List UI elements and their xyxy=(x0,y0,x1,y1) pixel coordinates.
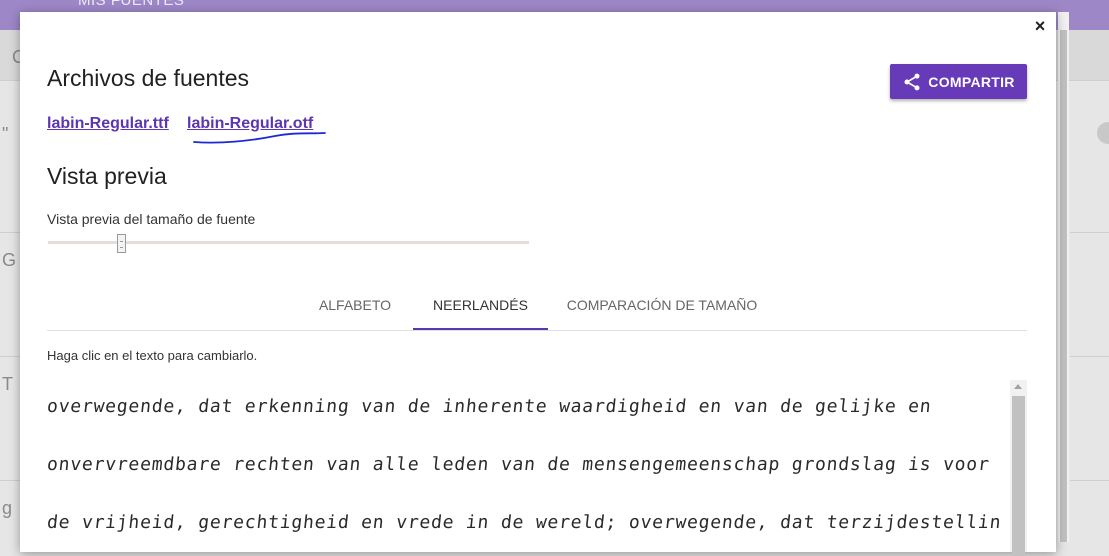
preview-line: onvervreemdbare rechten van alle leden v… xyxy=(47,454,991,475)
scroll-up-icon[interactable] xyxy=(1014,384,1022,389)
dialog-title: Archivos de fuentes xyxy=(47,65,250,91)
bg-divider xyxy=(0,480,20,481)
preview-scrollbar[interactable] xyxy=(1010,380,1027,556)
font-size-slider-label: Vista previa del tamaño de fuente xyxy=(47,211,256,227)
bg-letter: T xyxy=(2,374,13,394)
preview-scroll-thumb[interactable] xyxy=(1012,396,1025,556)
bg-divider xyxy=(0,356,20,357)
page-scrollbar[interactable] xyxy=(1058,12,1069,542)
font-files-dialog: × Archivos de fuentes COMPARTIR labin-Re… xyxy=(20,12,1056,556)
font-size-slider-handle[interactable] xyxy=(117,234,126,253)
bg-letter: G xyxy=(2,250,17,270)
bg-divider xyxy=(0,232,20,233)
app-title: MIS FUENTES xyxy=(78,0,185,9)
tab-comparacion-tamano[interactable]: COMPARACIÓN DE TAMAÑO xyxy=(557,284,767,329)
share-label: COMPARTIR xyxy=(928,73,1015,90)
preview-line: overwegende, dat erkenning van de inhere… xyxy=(47,396,933,417)
bg-divider xyxy=(1070,356,1109,357)
font-preview-text[interactable]: overwegende, dat erkenning van de inhere… xyxy=(47,378,1002,552)
share-icon xyxy=(904,73,920,90)
file-link-ttf[interactable]: labin-Regular.ttf xyxy=(47,115,169,133)
bg-letter: " xyxy=(2,124,9,144)
share-button[interactable]: COMPARTIR xyxy=(890,64,1027,99)
bg-divider xyxy=(1070,232,1109,233)
close-icon[interactable]: × xyxy=(1030,16,1050,36)
edit-hint: Haga clic en el texto para cambiarlo. xyxy=(47,348,258,363)
bg-letter: g xyxy=(2,498,13,518)
preview-heading: Vista previa xyxy=(47,163,167,189)
tab-neerlandes[interactable]: NEERLANDÉS xyxy=(413,284,548,330)
bg-divider xyxy=(1070,480,1109,481)
tab-alfabeto[interactable]: ALFABETO xyxy=(297,284,413,329)
underline-annotation xyxy=(193,132,326,144)
preview-tabs: ALFABETO NEERLANDÉS COMPARACIÓN DE TAMAÑ… xyxy=(47,284,1027,331)
preview-line: de vrijheid, gerechtigheid en vrede in d… xyxy=(47,512,1002,533)
